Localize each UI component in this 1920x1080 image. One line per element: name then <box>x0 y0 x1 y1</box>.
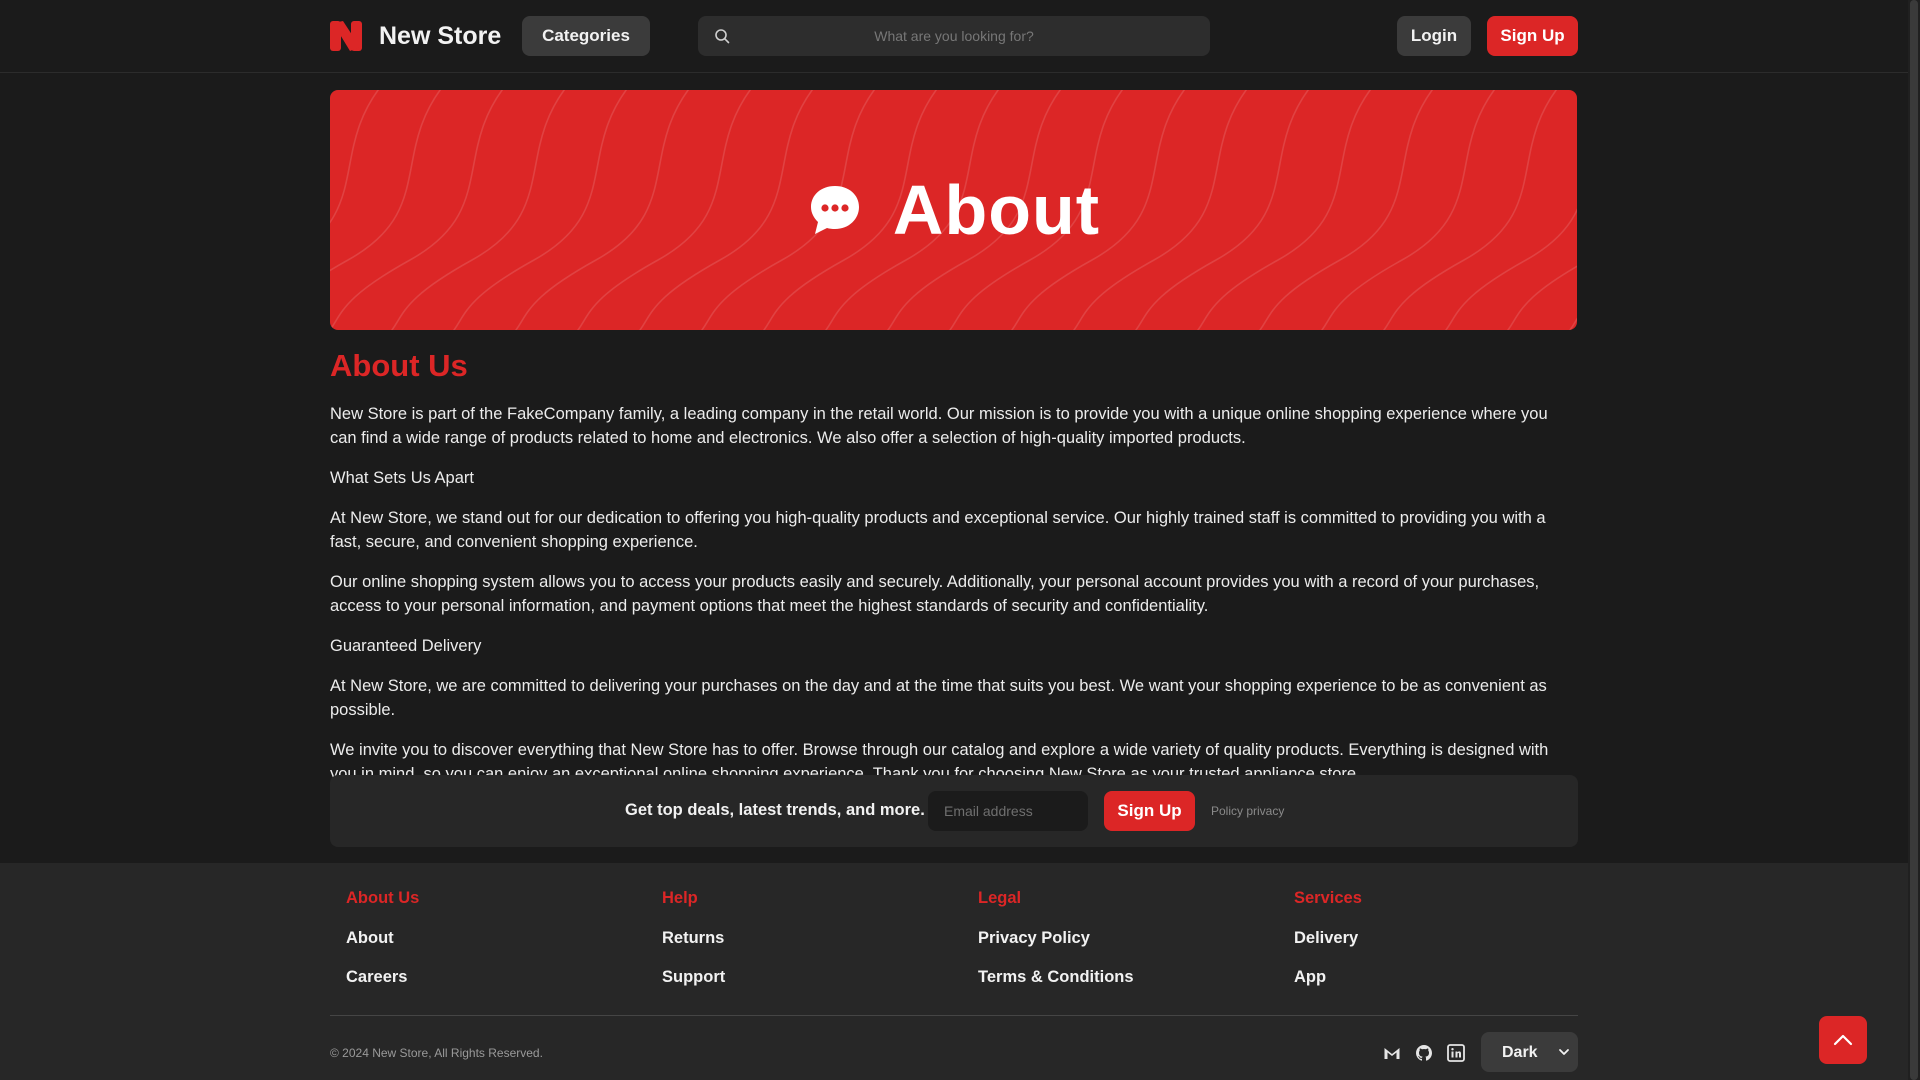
footer-column-legal: Legal Privacy Policy Terms & Conditions <box>978 889 1134 1007</box>
chevron-up-icon <box>1833 1034 1853 1046</box>
signup-button[interactable]: Sign Up <box>1487 16 1578 56</box>
brand-logo-icon <box>330 21 362 51</box>
categories-button[interactable]: Categories <box>522 16 650 56</box>
footer-heading: About Us <box>346 889 420 907</box>
footer-heading: Legal <box>978 889 1022 907</box>
chat-bubble-icon <box>810 186 859 234</box>
footer-divider <box>330 1015 1578 1016</box>
about-article: About Us New Store is part of the FakeCo… <box>330 346 1577 802</box>
newsletter-box: Get top deals, latest trends, and more. … <box>330 775 1578 847</box>
login-button[interactable]: Login <box>1397 16 1471 56</box>
hero-content: About <box>330 90 1577 330</box>
footer-link-returns[interactable]: Returns <box>662 929 725 948</box>
theme-select-value: Dark <box>1502 1044 1538 1061</box>
footer-link-support[interactable]: Support <box>662 968 725 987</box>
brand-name: New Store <box>379 21 502 50</box>
newsletter-email-input[interactable] <box>928 791 1088 831</box>
subheading-guaranteed-delivery: Guaranteed Delivery <box>330 637 482 655</box>
copyright-text: © 2024 New Store, All Rights Reserved. <box>330 1046 543 1060</box>
scrollbar-thumb[interactable] <box>1910 0 1918 1080</box>
about-us-heading: About Us <box>330 348 468 383</box>
gmail-icon[interactable] <box>1383 1044 1401 1062</box>
top-navbar: New Store Categories Login Sign Up <box>0 0 1908 73</box>
search-input[interactable] <box>698 16 1210 56</box>
about-hero-banner: About <box>330 90 1577 330</box>
footer-column-about-us: About Us About Careers <box>346 889 419 1007</box>
footer-heading: Services <box>1294 889 1362 907</box>
search-bar <box>698 16 1210 56</box>
footer-link-terms[interactable]: Terms & Conditions <box>978 968 1134 987</box>
theme-select[interactable]: Dark <box>1481 1032 1578 1072</box>
footer-heading: Help <box>662 889 698 907</box>
brand-logo-link[interactable]: New Store <box>329 19 501 53</box>
dedication-paragraph: At New Store, we stand out for our dedic… <box>330 509 1546 551</box>
chevron-down-icon <box>1559 1049 1569 1055</box>
footer-link-privacy-policy[interactable]: Privacy Policy <box>978 929 1134 948</box>
footer-column-services: Services Delivery App <box>1294 889 1362 1007</box>
privacy-policy-link[interactable]: Policy privacy <box>1211 804 1284 818</box>
scroll-to-top-button[interactable] <box>1819 1016 1867 1064</box>
newsletter-text: Get top deals, latest trends, and more. <box>625 801 925 819</box>
footer-link-delivery[interactable]: Delivery <box>1294 929 1362 948</box>
footer-column-help: Help Returns Support <box>662 889 725 1007</box>
footer-link-careers[interactable]: Careers <box>346 968 419 987</box>
site-footer: About Us About Careers Help Returns Supp… <box>0 863 1908 1080</box>
github-icon[interactable] <box>1415 1044 1433 1062</box>
newsletter-signup-button[interactable]: Sign Up <box>1104 791 1195 831</box>
shopping-system-paragraph: Our online shopping system allows you to… <box>330 573 1540 615</box>
footer-link-about[interactable]: About <box>346 929 419 948</box>
hero-title: About <box>892 171 1101 249</box>
search-icon <box>715 29 730 44</box>
subheading-what-sets-us-apart: What Sets Us Apart <box>330 469 474 487</box>
page-scrollbar[interactable] <box>1908 0 1920 1080</box>
delivery-paragraph: At New Store, we are committed to delive… <box>330 677 1547 719</box>
linkedin-icon[interactable] <box>1447 1044 1465 1062</box>
intro-paragraph: New Store is part of the FakeCompany fam… <box>330 405 1548 447</box>
footer-link-app[interactable]: App <box>1294 968 1362 987</box>
